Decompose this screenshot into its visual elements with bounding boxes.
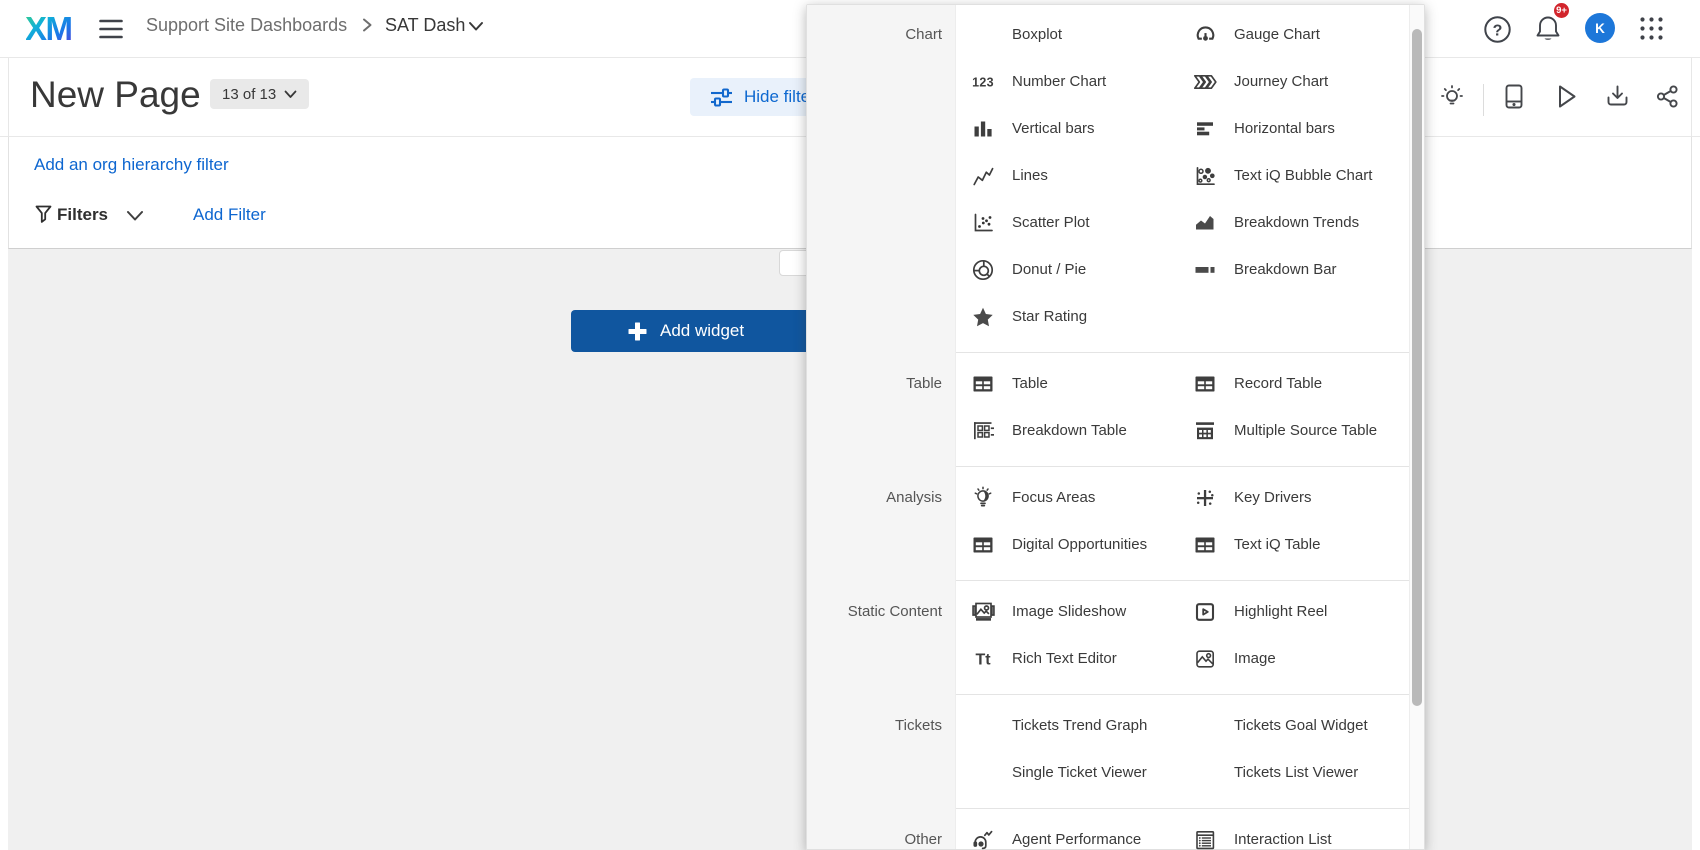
svg-text:Tt: Tt <box>975 651 991 668</box>
svg-text:XM: XM <box>26 12 72 44</box>
svg-text:123: 123 <box>972 75 994 89</box>
svg-text:?: ? <box>1493 23 1503 40</box>
